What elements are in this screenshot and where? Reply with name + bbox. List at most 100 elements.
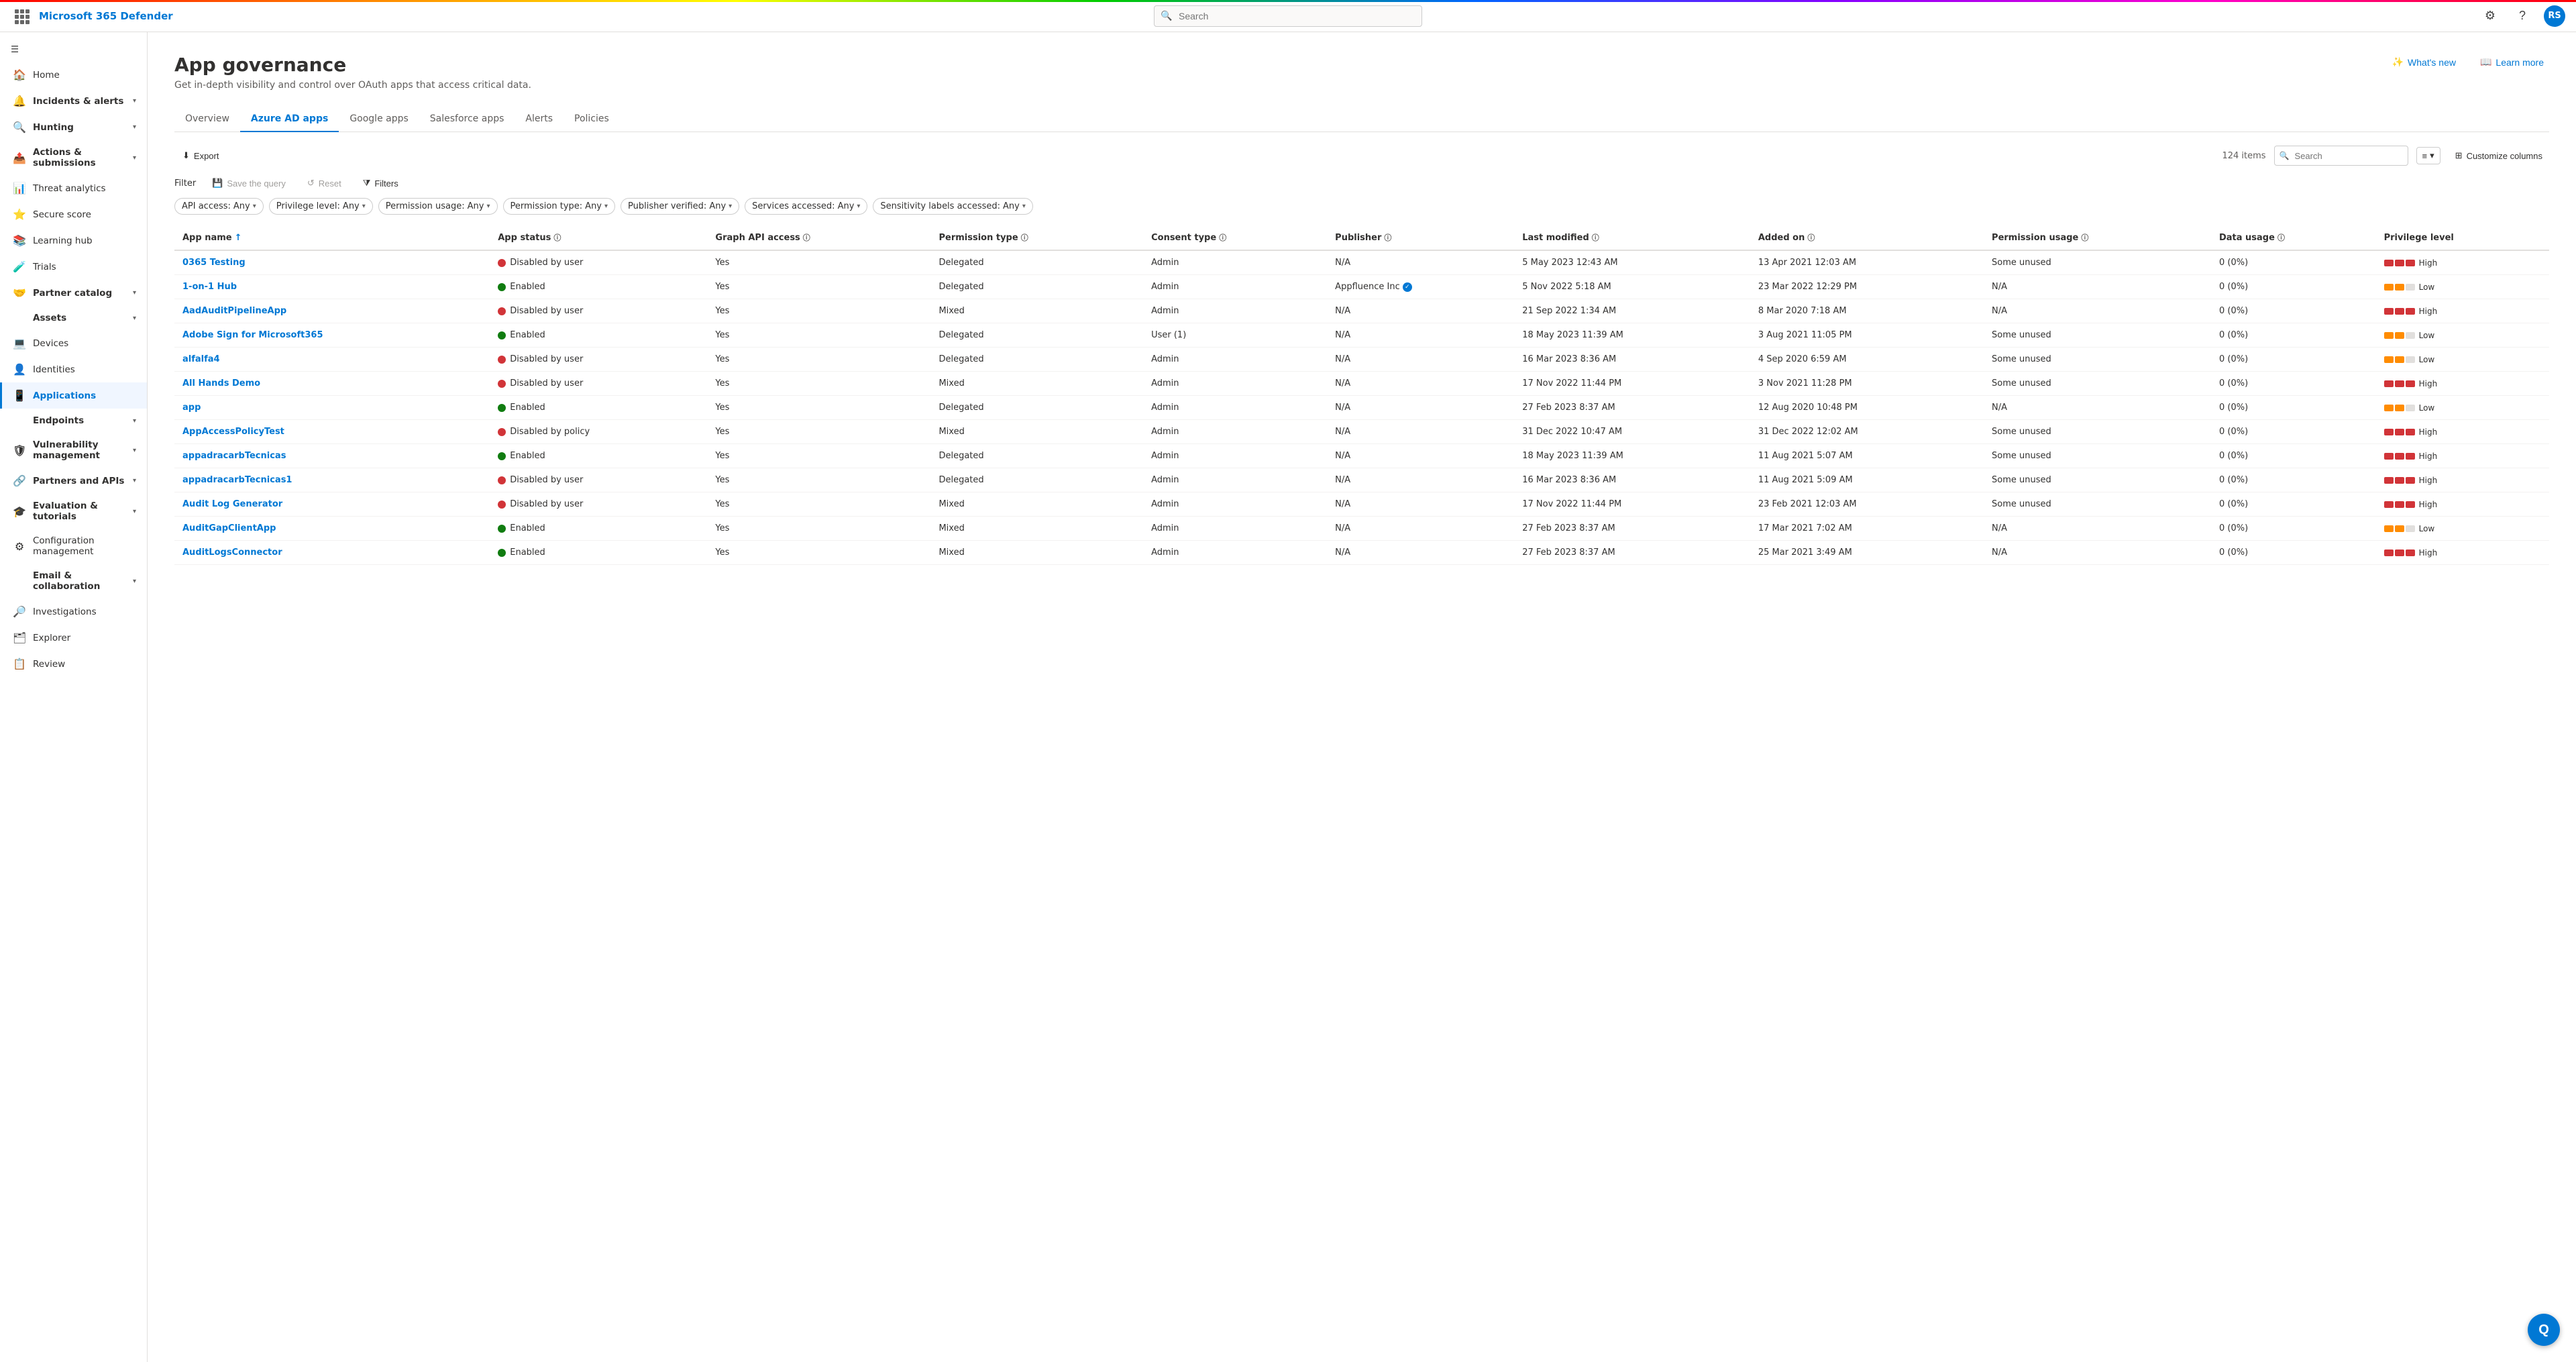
sidebar-item-evaluation[interactable]: 🎓 Evaluation & tutorials ▾ <box>0 494 147 529</box>
sidebar-item-secure-score[interactable]: ⭐ Secure score <box>0 201 147 227</box>
app-name-cell[interactable]: 1-on-1 Hub <box>174 275 490 299</box>
floating-action-button[interactable]: Q <box>2528 1314 2560 1346</box>
app-name-cell[interactable]: AuditGapClientApp <box>174 517 490 541</box>
sidebar-section-email[interactable]: Email & collaboration ▾ <box>0 564 147 598</box>
sidebar-item-config[interactable]: ⚙ Configuration management <box>0 529 147 564</box>
sidebar-item-devices[interactable]: 💻 Devices <box>0 330 147 356</box>
app-name-cell[interactable]: appadracarbTecnicas1 <box>174 468 490 492</box>
vulnerability-icon: 🛡 <box>13 444 26 457</box>
col-publisher[interactable]: Publisher ⓘ <box>1327 225 1514 250</box>
sidebar-item-trials[interactable]: 🧪 Trials <box>0 254 147 280</box>
filter-services-accessed[interactable]: Services accessed: Any ▾ <box>745 198 867 215</box>
collapse-sidebar-button[interactable]: ☰ <box>0 38 147 62</box>
tab-overview[interactable]: Overview <box>174 107 240 132</box>
filter-api-access[interactable]: API access: Any ▾ <box>174 198 264 215</box>
col-app-name[interactable]: App name ↑ <box>174 225 490 250</box>
filter-permission-usage[interactable]: Permission usage: Any ▾ <box>378 198 498 215</box>
app-name-cell[interactable]: AppAccessPolicyTest <box>174 420 490 444</box>
tab-policies[interactable]: Policies <box>564 107 620 132</box>
export-button[interactable]: ⬇ Export <box>174 146 227 165</box>
tab-google[interactable]: Google apps <box>339 107 419 132</box>
filter-publisher-verified[interactable]: Publisher verified: Any ▾ <box>621 198 739 215</box>
learn-more-button[interactable]: 📖 Learn more <box>2475 54 2549 70</box>
topbar-search-input[interactable] <box>1154 5 1422 27</box>
col-privilege-level[interactable]: Privilege level <box>2376 225 2549 250</box>
sidebar-item-incidents[interactable]: 🔔 Incidents & alerts ▾ <box>0 88 147 114</box>
table-body: 0365 Testing Disabled by userYes Delegated… <box>174 250 2549 565</box>
app-name-cell[interactable]: AadAuditPipelineApp <box>174 299 490 323</box>
tab-azure-ad[interactable]: Azure AD apps <box>240 107 339 132</box>
sidebar-item-learning[interactable]: 📚 Learning hub <box>0 227 147 254</box>
tab-salesforce[interactable]: Salesforce apps <box>419 107 515 132</box>
col-permission-usage[interactable]: Permission usage ⓘ <box>1984 225 2211 250</box>
app-status-cell: Disabled by user <box>490 468 707 492</box>
chevron-down-icon: ▾ <box>133 417 136 425</box>
sidebar-item-actions[interactable]: 📤 Actions & submissions ▾ <box>0 140 147 175</box>
main-content: App governance Get in-depth visibility a… <box>148 32 2576 1362</box>
settings-button[interactable]: ⚙ <box>2479 5 2501 27</box>
filter-permission-type[interactable]: Permission type: Any ▾ <box>503 198 616 215</box>
sidebar-item-review[interactable]: 📋 Review <box>0 651 147 677</box>
chevron-down-icon: ▾ <box>133 477 136 484</box>
filter-perm-type-label: Permission type: <box>511 201 583 211</box>
app-name-cell[interactable]: Audit Log Generator <box>174 492 490 517</box>
filter-privilege-level[interactable]: Privilege level: Any ▾ <box>269 198 373 215</box>
graph-api-cell: Yes <box>707 420 930 444</box>
threat-icon: 📊 <box>13 182 26 195</box>
col-last-modified[interactable]: Last modified ⓘ <box>1514 225 1750 250</box>
sidebar-item-explorer[interactable]: 🗂 Explorer <box>0 625 147 651</box>
customize-columns-button[interactable]: ⊞ Customize columns <box>2449 146 2549 165</box>
sidebar-item-investigations[interactable]: 🔎 Investigations <box>0 598 147 625</box>
grid-menu-button[interactable] <box>11 5 32 27</box>
permission-type-cell: Delegated <box>930 348 1143 372</box>
help-button[interactable]: ? <box>2512 5 2533 27</box>
sidebar-item-identities[interactable]: 👤 Identities <box>0 356 147 382</box>
sidebar-section-endpoints[interactable]: Endpoints ▾ <box>0 409 147 433</box>
privilege-block-2 <box>2395 525 2404 532</box>
privilege-bar: Low <box>2384 355 2541 364</box>
app-name-cell[interactable]: All Hands Demo <box>174 372 490 396</box>
sidebar-item-home[interactable]: 🏠 Home <box>0 62 147 88</box>
table-search-input[interactable] <box>2274 146 2408 166</box>
col-permission-type[interactable]: Permission type ⓘ <box>930 225 1143 250</box>
page-title: App governance <box>174 54 531 76</box>
reset-label: Reset <box>319 178 341 189</box>
app-name-cell[interactable]: app <box>174 396 490 420</box>
sidebar-item-label: Actions & submissions <box>33 147 126 168</box>
tabs: Overview Azure AD apps Google apps Sales… <box>174 107 2549 132</box>
col-consent-type[interactable]: Consent type ⓘ <box>1143 225 1327 250</box>
verified-badge: ✓ <box>1403 282 1412 292</box>
sidebar-item-applications[interactable]: 📱 Applications <box>0 382 147 409</box>
filter-toolbar-left: Filter 💾 Save the query ↺ Reset ⧩ Filter… <box>174 174 407 193</box>
col-app-status[interactable]: App status ⓘ <box>490 225 707 250</box>
tab-alerts[interactable]: Alerts <box>515 107 564 132</box>
filter-sensitivity-labels[interactable]: Sensitivity labels accessed: Any ▾ <box>873 198 1032 215</box>
whats-new-button[interactable]: ✨ What's new <box>2387 54 2461 70</box>
sidebar-item-partners-apis[interactable]: 🔗 Partners and APIs ▾ <box>0 468 147 494</box>
col-added-on[interactable]: Added on ⓘ <box>1750 225 1984 250</box>
app-name-cell[interactable]: AuditLogsConnector <box>174 541 490 565</box>
app-name-cell[interactable]: 0365 Testing <box>174 250 490 275</box>
col-graph-api[interactable]: Graph API access ⓘ <box>707 225 930 250</box>
chevron-down-icon: ▾ <box>729 203 732 210</box>
privilege-level-cell: High <box>2376 492 2549 517</box>
privilege-label: High <box>2419 476 2438 485</box>
sidebar-section-assets[interactable]: Assets ▾ <box>0 306 147 330</box>
sort-button[interactable]: ≡ ▾ <box>2416 147 2440 164</box>
user-avatar[interactable]: RS <box>2544 5 2565 27</box>
save-query-button[interactable]: 💾 Save the query <box>204 174 294 193</box>
sidebar-item-partner[interactable]: 🤝 Partner catalog ▾ <box>0 280 147 306</box>
sidebar-item-threat[interactable]: 📊 Threat analytics <box>0 175 147 201</box>
reset-button[interactable]: ↺ Reset <box>299 174 350 193</box>
app-name-cell[interactable]: alfalfa4 <box>174 348 490 372</box>
sidebar-item-hunting[interactable]: 🔍 Hunting ▾ <box>0 114 147 140</box>
privilege-label: High <box>2419 427 2438 437</box>
filter-pub-verified-value: Any <box>709 201 726 211</box>
col-data-usage[interactable]: Data usage ⓘ <box>2211 225 2376 250</box>
sidebar-item-vulnerability[interactable]: 🛡 Vulnerability management ▾ <box>0 433 147 468</box>
data-usage-cell: 0 (0%) <box>2211 468 2376 492</box>
app-name-cell[interactable]: Adobe Sign for Microsoft365 <box>174 323 490 348</box>
filters-button[interactable]: ⧩ Filters <box>355 174 407 193</box>
info-icon: ⓘ <box>1807 232 1815 243</box>
app-name-cell[interactable]: appadracarbTecnicas <box>174 444 490 468</box>
